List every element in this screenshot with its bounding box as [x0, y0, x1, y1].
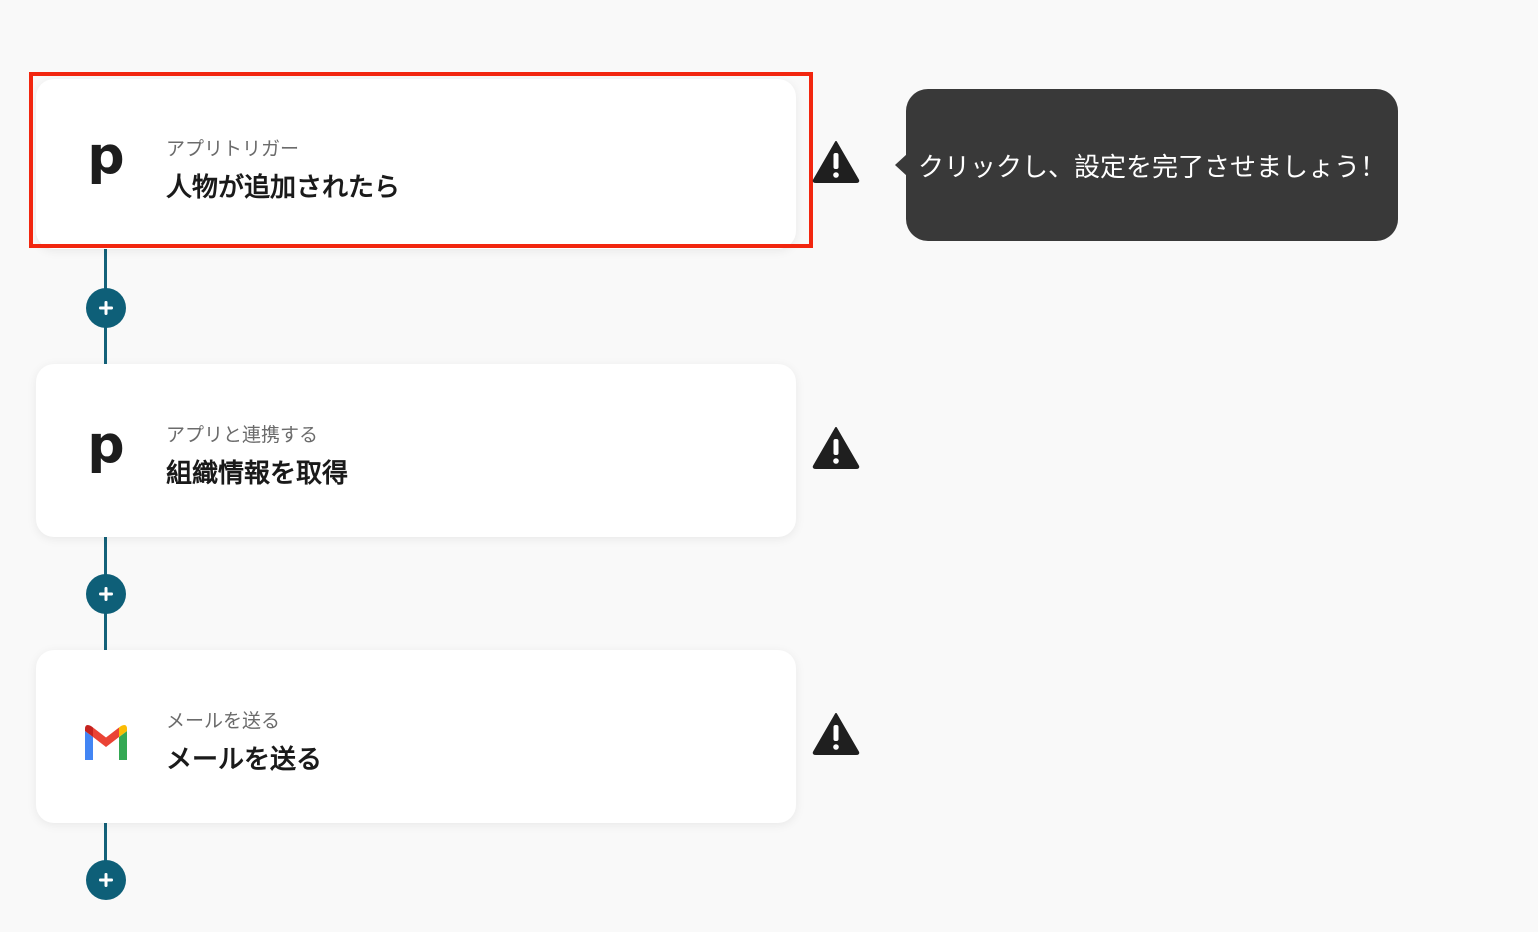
step-title: 人物が追加されたら — [166, 173, 401, 203]
step-card-send-mail[interactable]: メールを送る メールを送る — [36, 650, 796, 823]
step-subtitle: メールを送る — [166, 710, 281, 732]
step-subtitle: アプリと連携する — [166, 424, 319, 446]
step-title: メールを送る — [166, 745, 323, 775]
warning-icon — [812, 141, 860, 183]
plus-icon — [99, 301, 113, 315]
add-step-button[interactable] — [86, 860, 126, 900]
warning-icon — [812, 427, 860, 469]
add-step-button[interactable] — [86, 288, 126, 328]
setup-hint-tooltip: クリックし、設定を完了させましょう！ — [906, 89, 1398, 241]
tooltip-text: クリックし、設定を完了させましょう！ — [917, 152, 1386, 183]
step-subtitle: アプリトリガー — [166, 138, 300, 160]
warning-icon — [812, 713, 860, 755]
gmail-icon — [82, 716, 130, 768]
add-step-button[interactable] — [86, 574, 126, 614]
pipedrive-p-icon: p — [87, 415, 125, 475]
plus-icon — [99, 873, 113, 887]
plus-icon — [99, 587, 113, 601]
step-card-get-organization[interactable]: p アプリと連携する 組織情報を取得 — [36, 364, 796, 537]
step-title: 組織情報を取得 — [166, 459, 349, 489]
step-card-trigger[interactable]: p アプリトリガー 人物が追加されたら — [36, 79, 796, 249]
pipedrive-p-icon: p — [87, 126, 125, 186]
